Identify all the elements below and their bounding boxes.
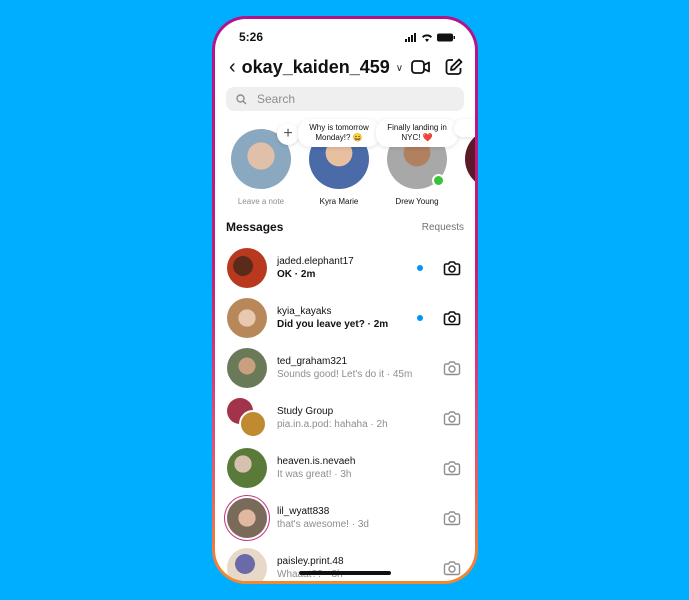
avatar	[227, 448, 267, 488]
note-label: Drew Young	[395, 197, 439, 206]
conversation-name: jaded.elephant17	[277, 256, 354, 267]
note-item[interactable]: Finally landing in NYC! ❤️ Drew Young	[376, 119, 458, 206]
avatar	[465, 129, 475, 189]
phone-frame: 5:26 ‹ okay_kaiden_459 ∨ +	[212, 16, 478, 584]
search-input[interactable]	[255, 91, 439, 107]
conversation-name: ted_graham321	[277, 356, 348, 367]
requests-link[interactable]: Requests	[422, 222, 464, 233]
signal-icon	[405, 32, 416, 42]
avatar	[239, 410, 267, 438]
video-call-icon[interactable]	[411, 59, 431, 75]
conversation-preview: Sounds good! Let's do it · 45m	[277, 369, 413, 380]
chevron-down-icon[interactable]: ∨	[396, 63, 403, 74]
header: ‹ okay_kaiden_459 ∨	[229, 55, 463, 79]
camera-icon[interactable]	[443, 409, 461, 427]
status-time: 5:26	[239, 30, 264, 44]
avatar	[227, 248, 267, 288]
camera-icon[interactable]	[443, 509, 461, 527]
back-icon[interactable]: ‹	[229, 57, 236, 77]
avatar: +	[231, 123, 299, 189]
avatar	[227, 548, 267, 581]
conversation-row[interactable]: paisley.print.48 Whaaat?? · 8h	[215, 543, 475, 581]
search-bar[interactable]	[226, 87, 464, 111]
conversation-preview: OK · 2m	[277, 269, 316, 280]
conversation-name: Study Group	[277, 406, 334, 417]
messages-title: Messages	[226, 220, 284, 234]
avatar-story-ring[interactable]	[227, 498, 267, 538]
avatar	[227, 348, 267, 388]
status-bar: 5:26	[239, 29, 455, 45]
group-avatar	[227, 398, 267, 438]
home-indicator[interactable]	[299, 571, 391, 575]
new-message-icon[interactable]	[445, 58, 463, 76]
account-switcher[interactable]: okay_kaiden_459	[242, 57, 390, 78]
note-own[interactable]: + Leave a note	[221, 119, 301, 206]
camera-icon[interactable]	[443, 359, 461, 377]
phone-screen: 5:26 ‹ okay_kaiden_459 ∨ +	[215, 19, 475, 581]
camera-icon[interactable]	[443, 259, 461, 277]
note-label: Leave a note	[237, 197, 285, 206]
note-bubble: Why is tomorrow Monday!? 😄	[298, 119, 380, 147]
note-bubble: Ga w	[454, 119, 475, 137]
conversation-preview: Did you leave yet? · 2m	[277, 319, 389, 330]
conversation-name: heaven.is.nevaeh	[277, 456, 356, 467]
wifi-icon	[422, 33, 432, 42]
conversation-list: jaded.elephant17 OK · 2m kyia_kayaks Did…	[215, 243, 475, 581]
conversation-preview: pia.in.a.pod: hahaha · 2h	[277, 419, 388, 430]
conversation-row[interactable]: heaven.is.nevaeh It was great! · 3h	[215, 443, 475, 493]
conversation-row[interactable]: lil_wyatt838 that's awesome! · 3d	[215, 493, 475, 543]
conversation-preview: It was great! · 3h	[277, 469, 352, 480]
search-icon	[236, 93, 247, 104]
camera-icon[interactable]	[443, 309, 461, 327]
unread-dot	[417, 265, 423, 271]
notes-tray: + Leave a note Why is tomorrow Monday!? …	[215, 119, 475, 211]
camera-icon[interactable]	[443, 559, 461, 577]
messages-header: Messages Requests	[226, 220, 464, 234]
note-item[interactable]: Why is tomorrow Monday!? 😄 Kyra Marie	[298, 119, 380, 206]
conversation-name: kyia_kayaks	[277, 306, 332, 317]
note-label: Kyra Marie	[319, 197, 359, 206]
online-indicator	[432, 174, 445, 187]
add-note-icon[interactable]: +	[277, 123, 299, 145]
camera-icon[interactable]	[443, 459, 461, 477]
note-item[interactable]: Ga w Jac	[454, 119, 475, 206]
conversation-row[interactable]: kyia_kayaks Did you leave yet? · 2m	[215, 293, 475, 343]
unread-dot	[417, 315, 423, 321]
conversation-preview: that's awesome! · 3d	[277, 519, 369, 530]
conversation-row[interactable]: ted_graham321 Sounds good! Let's do it ·…	[215, 343, 475, 393]
note-bubble: Finally landing in NYC! ❤️	[376, 119, 458, 147]
conversation-row[interactable]: jaded.elephant17 OK · 2m	[215, 243, 475, 293]
conversation-name: paisley.print.48	[277, 556, 344, 567]
note-label: Jac	[455, 197, 475, 206]
conversation-row[interactable]: Study Group pia.in.a.pod: hahaha · 2h	[215, 393, 475, 443]
avatar	[227, 298, 267, 338]
battery-icon	[437, 33, 455, 41]
conversation-name: lil_wyatt838	[277, 506, 330, 517]
